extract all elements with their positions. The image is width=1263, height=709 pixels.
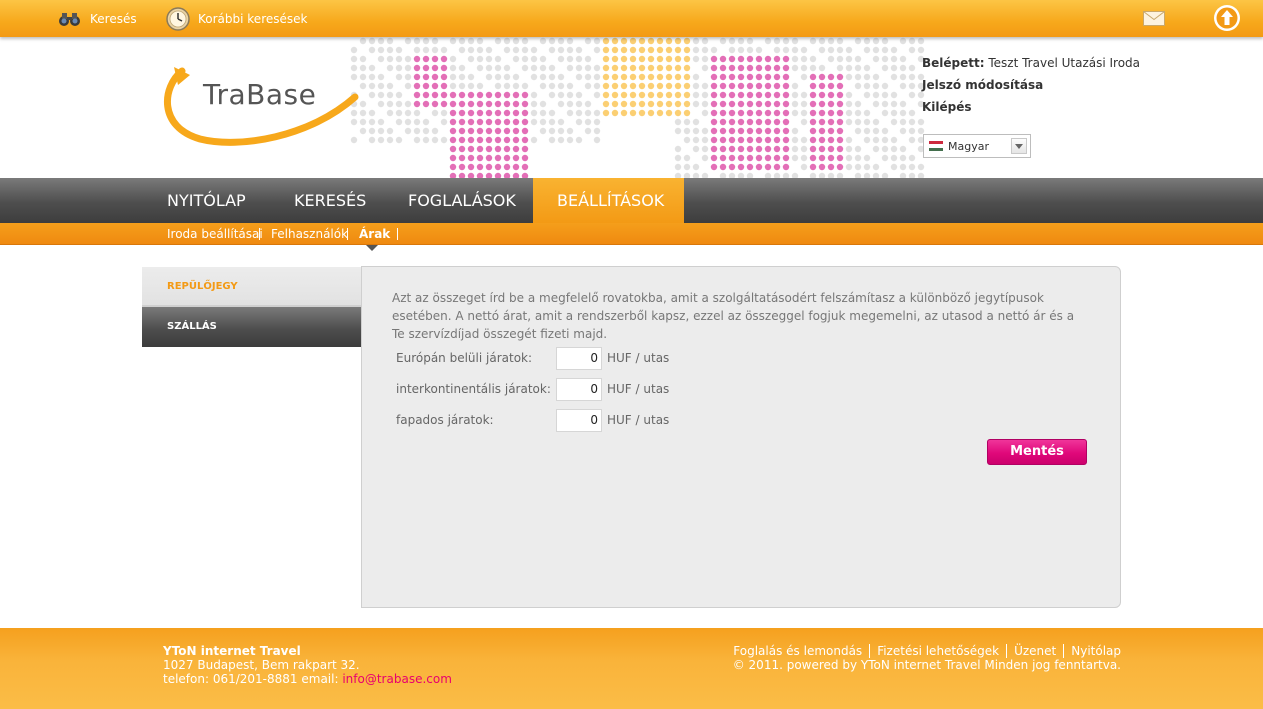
lowcost-price-input[interactable] [556,408,602,432]
history-link[interactable]: Korábbi keresések [166,0,307,37]
nav-item-home[interactable]: NYITÓLAP [143,178,270,223]
search-link-label: Keresés [90,11,137,26]
footer-phone: telefon: 061/201-8881 email: [163,672,339,686]
content-panel: Azt az összeget írd be a megfelelő rovat… [361,266,1121,608]
footer-copyright: © 2011. powered by YToN internet Travel … [732,658,1121,672]
unit-label: HUF / utas [607,413,670,427]
sidebar-tab-flight-ticket[interactable]: REPÜLŐJEGY [142,267,362,307]
nav-item-bookings[interactable]: FOGLALÁSOK [384,178,540,223]
hungarian-flag-icon [929,141,943,151]
active-subnav-pointer [366,245,378,251]
top-bar: Keresés Korábbi keresések [0,0,1263,37]
description-text: Azt az összeget írd be a megfelelő rovat… [392,291,1075,341]
footer-address: 1027 Budapest, Bem rakpart 32. [163,658,360,672]
sidebar-tab-accommodation[interactable]: SZÁLLÁS [142,307,362,347]
subnav-item-office-settings[interactable]: Iroda beállításai [167,223,263,245]
europe-price-input[interactable] [556,346,602,370]
arrow-up-icon[interactable] [1213,4,1241,32]
logged-in-value: Teszt Travel Utazási Iroda [988,56,1141,70]
field-label: Európán belüli járatok: [396,351,533,365]
logged-in-label: Belépett: [922,56,985,70]
header: TraBase Belépett: Teszt Travel Utazási I… [0,37,1263,178]
world-map-graphic [350,37,925,178]
price-row-europe: Európán belüli járatok: HUF / utas [396,346,669,370]
footer-contact: YToN internet Travel 1027 Budapest, Bem … [163,644,452,686]
footer-email-link[interactable]: info@trabase.com [342,672,452,686]
user-box: Belépett: Teszt Travel Utazási Iroda Jel… [922,55,1140,121]
subnav-divider [259,228,260,240]
footer-link-payment[interactable]: Fizetési lehetőségek [869,644,1006,658]
logout-link[interactable]: Kilépés [922,100,972,114]
footer-link-message[interactable]: Üzenet [1006,644,1063,658]
footer-link-home[interactable]: Nyitólap [1063,644,1121,658]
unit-label: HUF / utas [607,351,670,365]
binoculars-icon [59,12,80,26]
subnav-item-prices[interactable]: Árak [359,223,390,245]
price-row-intercontinental: interkontinentális járatok: HUF / utas [396,377,669,401]
clock-icon [166,6,190,31]
footer-right: Foglalás és lemondás Fizetési lehetősége… [726,644,1121,672]
logo-text: TraBase [203,78,317,111]
search-link[interactable]: Keresés [58,0,137,37]
subnav-divider [397,228,398,240]
price-row-lowcost: fapados járatok: HUF / utas [396,408,669,432]
subnav-item-users[interactable]: Felhasználók [271,223,348,245]
language-label: Magyar [948,139,989,153]
main-nav: NYITÓLAP KERESÉS FOGLALÁSOK BEÁLLÍTÁSOK [0,178,1263,223]
field-label: interkontinentális járatok: [396,382,551,396]
chevron-down-icon[interactable] [1011,138,1027,154]
nav-item-settings[interactable]: BEÁLLÍTÁSOK [533,178,684,223]
change-password-link[interactable]: Jelszó módosítása [922,78,1043,92]
footer-link-booking[interactable]: Foglalás és lemondás [726,644,869,658]
sub-nav: Iroda beállításai Felhasználók Árak [0,223,1263,245]
nav-item-search[interactable]: KERESÉS [270,178,390,223]
mail-icon[interactable] [1143,11,1165,26]
subnav-divider [347,228,348,240]
footer: YToN internet Travel 1027 Budapest, Bem … [0,628,1263,709]
language-select[interactable]: Magyar [923,134,1031,158]
unit-label: HUF / utas [607,382,670,396]
sidebar: REPÜLŐJEGY SZÁLLÁS [142,267,362,347]
history-link-label: Korábbi keresések [198,11,308,26]
intercontinental-price-input[interactable] [556,377,602,401]
footer-links: Foglalás és lemondás Fizetési lehetősége… [726,644,1121,658]
save-button[interactable]: Mentés [987,439,1087,465]
field-label: fapados járatok: [396,413,494,427]
footer-company: YToN internet Travel [163,644,301,658]
